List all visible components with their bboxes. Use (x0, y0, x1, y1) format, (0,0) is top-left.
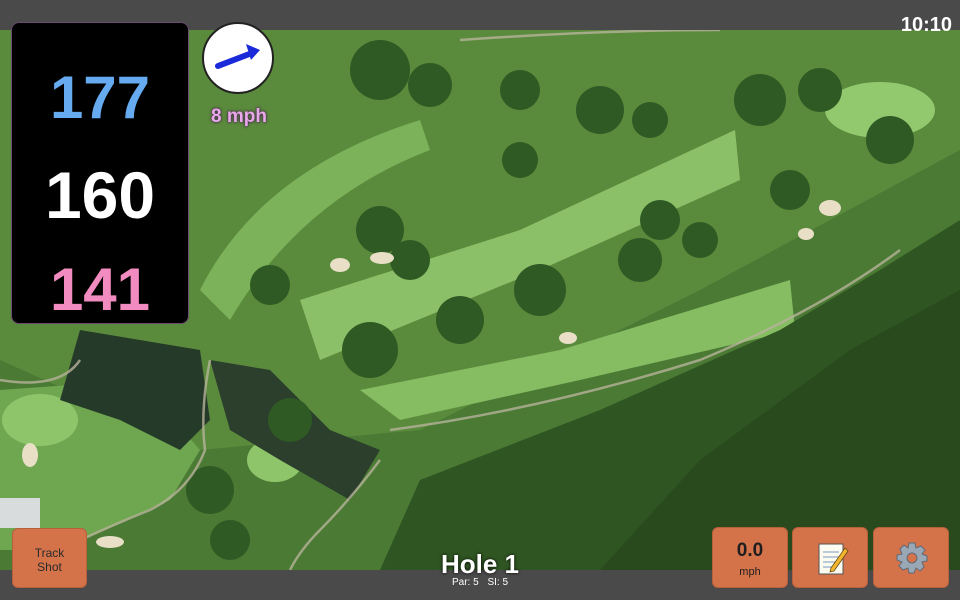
hole-par: Par: 5 (451, 577, 479, 588)
yardage-panel: 177 160 141 (11, 22, 189, 324)
notepad-icon (818, 543, 849, 575)
clock-time: 10:10 (900, 14, 952, 36)
track-shot-button[interactable]: Track Shot (12, 528, 87, 588)
middle-yardage: 160 (44, 158, 156, 232)
notes-button[interactable] (792, 527, 868, 588)
back-yardage: 177 (49, 64, 151, 131)
track-shot-label-line2: Shot (37, 560, 62, 574)
speed-value: 0.0 (736, 540, 764, 561)
settings-button[interactable] (873, 527, 949, 588)
hole-info: Par: 5 SI: 5 (380, 577, 580, 588)
speed-unit: mph (739, 566, 761, 578)
speed-button[interactable]: 0.0 mph (712, 527, 788, 588)
hole-stroke-index: SI: 5 (487, 577, 509, 588)
wind-speed-label: 8 mph (211, 106, 267, 127)
hole-title: Hole 1 (440, 549, 520, 579)
arrow-right-icon (215, 44, 260, 69)
gear-icon (896, 542, 928, 574)
track-shot-label-line1: Track (34, 546, 65, 560)
front-yardage: 141 (49, 256, 151, 323)
wind-indicator[interactable] (202, 22, 274, 94)
